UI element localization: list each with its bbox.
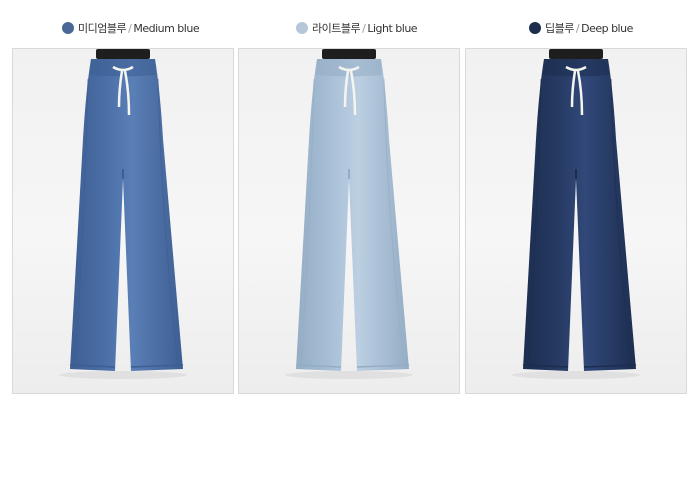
- product-image-medium-blue: [12, 48, 234, 394]
- product-image-deep-blue: [465, 48, 687, 394]
- color-name-separator: /: [575, 21, 580, 35]
- pants-waistband: [316, 59, 382, 77]
- color-name-english: Medium blue: [133, 21, 200, 35]
- mannequin-stand: [322, 49, 376, 59]
- pants-illustration: [512, 49, 640, 379]
- floor-shadow: [512, 371, 640, 379]
- deep-blue-swatch-dot: [529, 22, 541, 34]
- color-name-english: Deep blue: [581, 21, 633, 35]
- medium-blue-swatch-dot: [62, 22, 74, 34]
- color-option-deep-blue: 딥블루 / Deep blue: [529, 19, 633, 37]
- pants-waistband: [543, 59, 609, 77]
- color-name-separator: /: [128, 21, 132, 35]
- mannequin-stand: [96, 49, 150, 59]
- color-option-medium-blue: 미디엄블루 / Medium blue: [62, 19, 200, 37]
- color-name-korean: 미디엄블루: [78, 22, 127, 35]
- color-name-korean: 딥블루: [545, 22, 574, 35]
- pants-illustration: [59, 49, 187, 379]
- light-blue-swatch-dot: [296, 22, 308, 34]
- color-name-separator: /: [362, 21, 366, 35]
- mannequin-stand: [549, 49, 603, 59]
- product-image-light-blue: [238, 48, 460, 394]
- floor-shadow: [285, 371, 413, 379]
- color-name-english: Light blue: [367, 21, 418, 35]
- color-legend: 미디엄블루 / Medium blue 라이트블루 / Light blue 딥…: [0, 19, 700, 37]
- pants-illustration: [285, 49, 413, 379]
- color-option-light-blue: 라이트블루 / Light blue: [296, 19, 418, 37]
- color-name-korean: 라이트블루: [312, 22, 361, 35]
- floor-shadow: [59, 371, 187, 379]
- pants-waistband: [90, 59, 156, 77]
